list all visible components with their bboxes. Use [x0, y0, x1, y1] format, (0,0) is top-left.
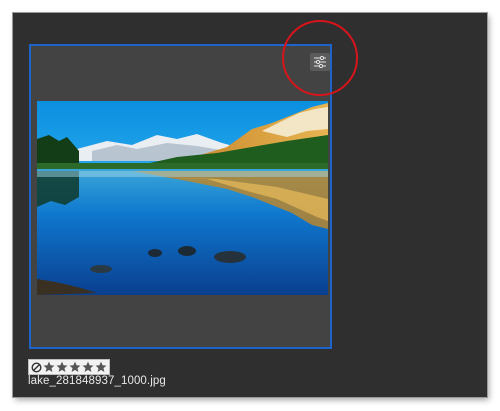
- thumbnail-browser-panel: lake_281848937_1000.jpg: [13, 13, 487, 397]
- sliders-icon: [314, 56, 326, 68]
- star-rating[interactable]: [28, 359, 110, 375]
- thumbnail-image[interactable]: [37, 101, 328, 295]
- thumbnail-settings-button[interactable]: [310, 53, 330, 71]
- thumbnail-filename: lake_281848937_1000.jpg: [28, 375, 166, 387]
- star-icon[interactable]: [43, 361, 55, 373]
- star-icon[interactable]: [69, 361, 81, 373]
- thumbnail-card-selected[interactable]: [29, 44, 332, 349]
- star-icon[interactable]: [56, 361, 68, 373]
- star-icon[interactable]: [82, 361, 94, 373]
- no-entry-icon[interactable]: [31, 361, 42, 373]
- star-icon[interactable]: [95, 361, 107, 373]
- lake-photo: [37, 101, 328, 295]
